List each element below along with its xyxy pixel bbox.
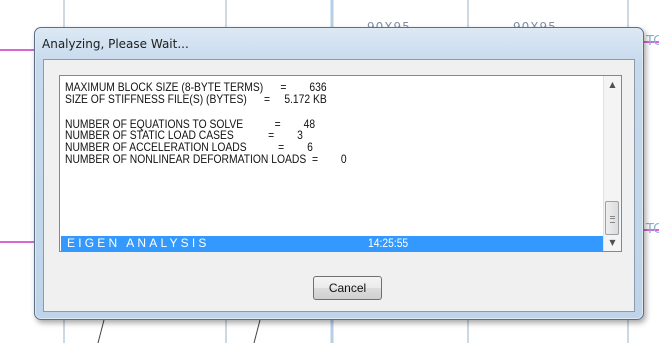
scroll-down-arrow-icon[interactable]: ▼: [604, 234, 621, 251]
drawing-edge-text: TC: [646, 34, 659, 49]
cancel-button[interactable]: Cancel: [313, 276, 382, 300]
vertical-scrollbar[interactable]: ▲ ▼: [603, 76, 621, 251]
grip-icon: [610, 216, 615, 223]
output-line: NUMBER OF NONLINEAR DEFORMATION LOADS = …: [65, 151, 347, 166]
eigen-analysis-label: EIGEN ANALYSIS: [67, 236, 210, 250]
dialog-client-area: MAXIMUM BLOCK SIZE (8-BYTE TERMS) = 636 …: [43, 59, 635, 312]
analysis-output-list[interactable]: MAXIMUM BLOCK SIZE (8-BYTE TERMS) = 636 …: [59, 75, 622, 252]
output-line: SIZE OF STIFFNESS FILE(S) (BYTES) = 5.17…: [65, 91, 327, 106]
eigen-analysis-time: 14:25:55: [368, 236, 409, 250]
drawing-edge-text: TC: [646, 222, 659, 237]
analyzing-dialog: Analyzing, Please Wait... MAXIMUM BLOCK …: [34, 27, 644, 320]
selected-output-line[interactable]: EIGEN ANALYSIS 14:25:55: [61, 236, 605, 251]
dialog-title: Analyzing, Please Wait...: [42, 37, 189, 51]
output-lines: MAXIMUM BLOCK SIZE (8-BYTE TERMS) = 636 …: [65, 81, 601, 166]
scrollbar-thumb[interactable]: [605, 201, 619, 235]
scroll-up-arrow-icon[interactable]: ▲: [604, 76, 621, 93]
